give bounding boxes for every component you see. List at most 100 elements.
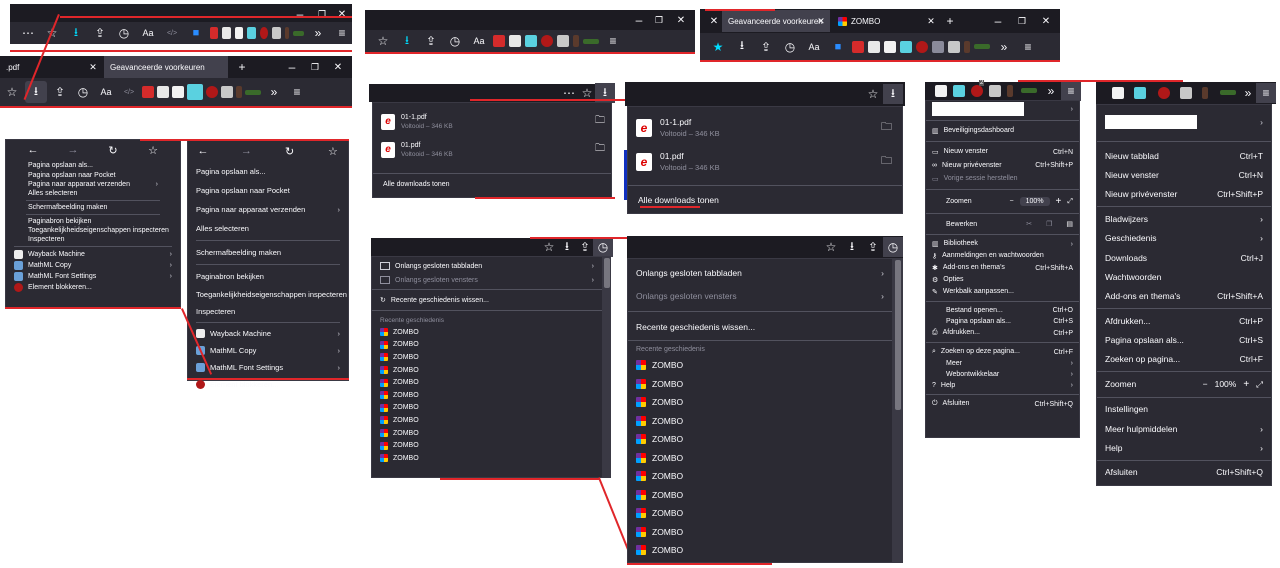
extension-n-icon[interactable] (935, 85, 947, 97)
minimize-icon[interactable]: – (629, 10, 649, 30)
reader-icon[interactable]: Aa (804, 37, 824, 57)
download-icon[interactable]: ⭳ (66, 23, 86, 43)
close-icon[interactable]: ✕ (1036, 11, 1056, 31)
extension-archive-icon[interactable] (157, 86, 169, 98)
history-entry[interactable]: ZOMBO (628, 449, 892, 468)
zoom-out-button[interactable]: − (1203, 379, 1208, 389)
zoom-value[interactable]: 100% (1019, 197, 1050, 206)
history-entry[interactable]: ZOMBO (628, 504, 892, 523)
reader-icon[interactable]: Aa (469, 31, 489, 51)
history-entry[interactable]: ZOMBO (628, 523, 892, 542)
history-icon[interactable]: ◷ (593, 237, 613, 257)
lock-icon[interactable]: ■ (186, 23, 206, 43)
restore-icon[interactable]: ❐ (649, 10, 669, 30)
history-entry[interactable]: ZOMBO (372, 339, 602, 352)
extension-green-icon[interactable] (974, 44, 990, 49)
menu-item-send-device[interactable]: Pagina naar apparaat verzenden › (6, 180, 180, 189)
extension-red-icon[interactable] (142, 86, 154, 98)
bookmark-star-icon[interactable]: ☆ (863, 84, 883, 104)
folder-icon[interactable]: 🗀 (595, 113, 605, 130)
bookmark-star-icon[interactable]: ☆ (146, 143, 160, 157)
overflow-icon[interactable]: » (1041, 81, 1061, 101)
menu-item[interactable]: Wachtwoorden (1097, 267, 1271, 286)
extension-mask-icon[interactable] (1180, 87, 1192, 99)
new-tab-icon[interactable]: + (232, 57, 252, 77)
menu-item-logins[interactable]: ⚷ Aanmeldingen en wachtwoorden (926, 250, 1079, 262)
menu-item[interactable]: Geschiedenis › (1097, 229, 1271, 248)
menu-item[interactable]: Zoeken op pagina... Ctrl+F (1097, 350, 1271, 369)
menu-item[interactable]: Meer hulpmiddelen › (1097, 419, 1271, 438)
tab-preferences[interactable]: Geavanceerde voorkeuren (104, 56, 228, 78)
menu-item-quit[interactable]: ⏻ Afsluiten Ctrl+Shift+Q (926, 398, 1079, 410)
menu-item-find[interactable]: ⌕ Zoeken op deze pagina... Ctrl+F (926, 346, 1079, 358)
extension-brown-icon[interactable] (1007, 85, 1013, 97)
extension-teal-icon[interactable] (247, 27, 256, 39)
zoom-in-button[interactable]: + (1243, 379, 1249, 390)
download-item[interactable]: e 01.pdf Voltooid – 346 KB 🗀 (381, 141, 605, 158)
menu-item-inspect[interactable]: Inspecteren (6, 235, 180, 244)
extension-mask-icon[interactable] (948, 40, 960, 53)
history-entry[interactable]: ZOMBO (628, 393, 892, 412)
extension-n-icon[interactable] (172, 86, 184, 98)
menu-item-screenshot[interactable]: Schermafbeelding maken (6, 203, 180, 212)
fullscreen-icon[interactable]: ⤢ (1256, 379, 1263, 390)
scrollbar[interactable] (893, 258, 903, 563)
extension-brown-icon[interactable] (964, 40, 970, 53)
menu-item-inspect[interactable]: Inspecteren (188, 303, 348, 320)
extension-teal-icon[interactable] (525, 35, 537, 47)
history-icon[interactable]: ◷ (780, 37, 800, 57)
bookmark-star-icon[interactable]: ☆ (2, 82, 22, 102)
history-entry[interactable]: ZOMBO (372, 414, 602, 427)
extension-green-icon[interactable] (1220, 90, 1236, 95)
history-icon[interactable]: ◷ (114, 23, 134, 43)
history-entry[interactable]: ZOMBO (372, 452, 602, 465)
menu-item-mathml-font[interactable]: MathML Font Settings › (6, 271, 180, 282)
history-entry[interactable]: ZOMBO (372, 351, 602, 364)
new-tab-icon[interactable]: + (940, 11, 960, 31)
menu-item-addons[interactable]: ✱ Add-ons en thema's Ctrl+Shift+A (926, 262, 1079, 274)
extension-green-icon[interactable] (245, 89, 261, 95)
cut-icon[interactable]: ✂ (1026, 220, 1032, 228)
extension-mask-icon[interactable] (989, 85, 1001, 97)
menu-item-inspect-a11y[interactable]: Toegankelijkheidseigenschappen inspecter… (188, 286, 348, 303)
history-entry[interactable]: ZOMBO (628, 467, 892, 486)
restore-icon[interactable]: ❐ (1012, 11, 1032, 31)
close-icon[interactable]: ✕ (671, 10, 691, 30)
menu-item[interactable]: Instellingen (1097, 400, 1271, 419)
extension-green-icon[interactable] (1021, 88, 1037, 93)
hamburger-icon[interactable]: ≡ (1256, 83, 1276, 103)
menu-item-select-all[interactable]: Alles selecteren (6, 189, 180, 198)
extension-n-icon[interactable] (884, 40, 896, 53)
hamburger-icon[interactable]: ≡ (287, 82, 307, 102)
extension-archive-icon[interactable] (509, 35, 521, 47)
bookmark-star-icon[interactable]: ☆ (821, 237, 841, 257)
extension-teal-icon[interactable] (900, 40, 912, 53)
menu-item-wayback[interactable]: Wayback Machine › (6, 249, 180, 260)
history-entry[interactable]: ZOMBO (372, 326, 602, 339)
hamburger-icon[interactable]: ≡ (332, 23, 352, 43)
more-icon[interactable]: ⋯ (18, 23, 38, 43)
history-entry[interactable]: ZOMBO (372, 376, 602, 389)
download-icon[interactable]: ⭳ (397, 31, 417, 51)
pocket-icon[interactable]: ⇪ (863, 237, 883, 257)
menu-item-webdev[interactable]: Webontwikkelaar › (926, 369, 1079, 380)
extension-red-icon[interactable] (852, 40, 864, 53)
history-entry[interactable]: ZOMBO (628, 412, 892, 431)
menu-item-restore-session[interactable]: ▭ Vorige sessie herstellen (926, 172, 1079, 186)
bookmark-star-icon[interactable]: ☆ (326, 144, 340, 158)
bookmark-star-filled-icon[interactable]: ★ (708, 37, 728, 57)
folder-icon[interactable]: 🗀 (881, 118, 892, 137)
download-icon[interactable]: ⭳ (557, 237, 577, 257)
restore-icon[interactable]: ❐ (305, 57, 325, 77)
menu-item[interactable]: Add-ons en thema's Ctrl+Shift+A (1097, 287, 1271, 306)
tab-preferences[interactable]: Geavanceerde voorkeuren ✕ (722, 10, 830, 32)
devtools-icon[interactable]: </> (162, 23, 182, 43)
overflow-icon[interactable]: » (1238, 83, 1258, 103)
scrollbar-thumb[interactable] (604, 258, 610, 288)
history-icon[interactable]: ◷ (445, 31, 465, 51)
restore-icon[interactable]: ❐ (312, 4, 332, 24)
history-entry[interactable]: ZOMBO (628, 356, 892, 375)
hamburger-icon[interactable]: ≡ (1061, 81, 1081, 101)
extension-brown-icon[interactable] (284, 27, 289, 39)
pocket-icon[interactable]: ⇪ (50, 82, 70, 102)
